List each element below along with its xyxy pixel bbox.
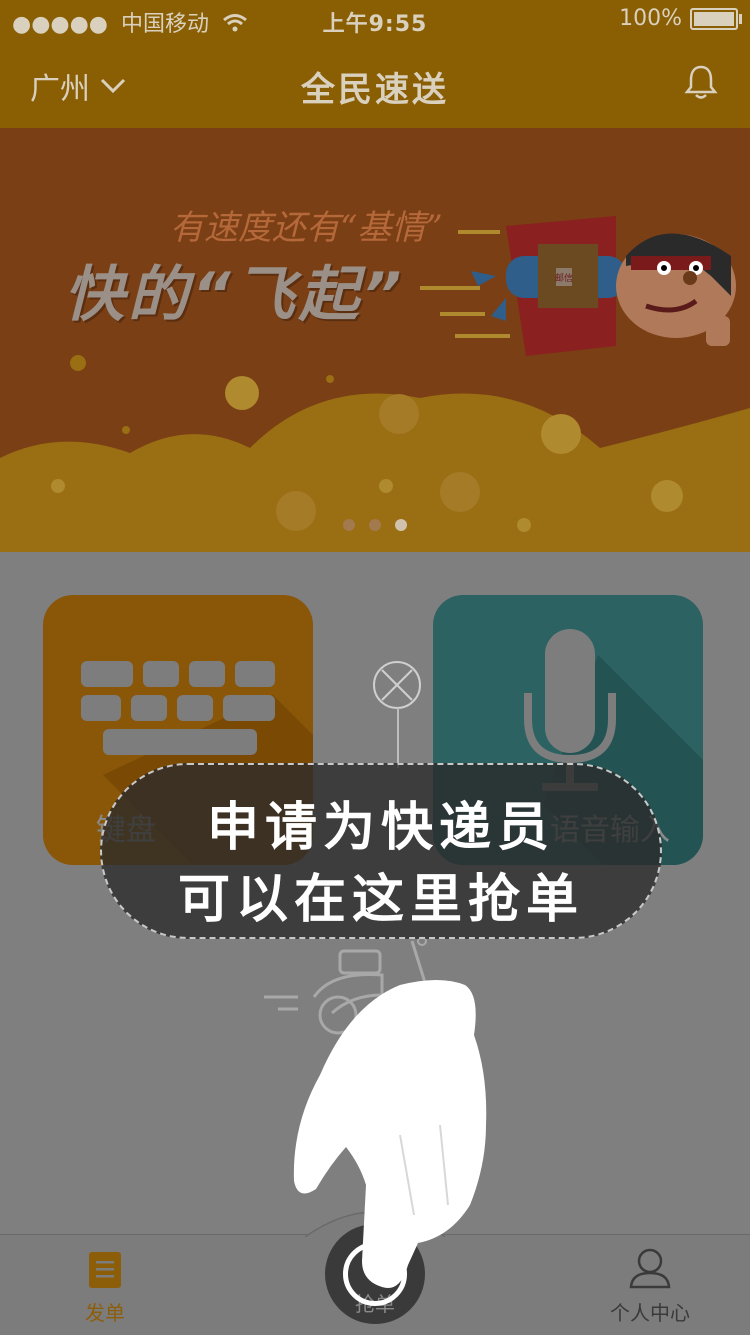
connector-line — [397, 708, 399, 768]
tooltip-line-2: 可以在这里抢单 — [177, 870, 584, 930]
battery-status: 100% — [619, 6, 742, 31]
courier-hint-tooltip: 申请为快递员 可以在这里抢单 — [100, 763, 662, 939]
page-dot[interactable] — [343, 519, 355, 531]
tab-profile[interactable]: 个人中心 — [550, 1235, 750, 1335]
bell-icon[interactable] — [684, 64, 718, 100]
close-circle-icon[interactable] — [372, 660, 422, 710]
battery-percent: 100% — [619, 6, 682, 31]
promo-banner[interactable]: 邮信 有速度还有“基情” 快的“飞起” — [0, 128, 750, 552]
banner-slogan-small: 有速度还有“基情” — [170, 208, 443, 248]
superhero-courier-illustration: 邮信 — [471, 216, 736, 356]
page-dot-active[interactable] — [395, 519, 407, 531]
tooltip-line-1: 申请为快递员 — [206, 798, 555, 858]
banner-pagination[interactable] — [0, 519, 750, 531]
page-dot[interactable] — [369, 519, 381, 531]
tab-profile-label: 个人中心 — [610, 1301, 690, 1325]
tab-send-order[interactable]: 发单 — [5, 1235, 205, 1335]
tab-send-label: 发单 — [85, 1301, 125, 1325]
banner-slogan-big: 快的“飞起” — [64, 260, 406, 330]
package-label: 邮信 — [555, 272, 573, 284]
status-bar: ●●●●● 中国移动 上午9:55 100% — [0, 0, 750, 40]
document-icon — [89, 1252, 121, 1288]
tap-target-ring — [343, 1242, 407, 1306]
page-title: 全民速送 — [301, 70, 449, 110]
battery-icon — [690, 7, 742, 30]
user-icon — [629, 1248, 671, 1289]
